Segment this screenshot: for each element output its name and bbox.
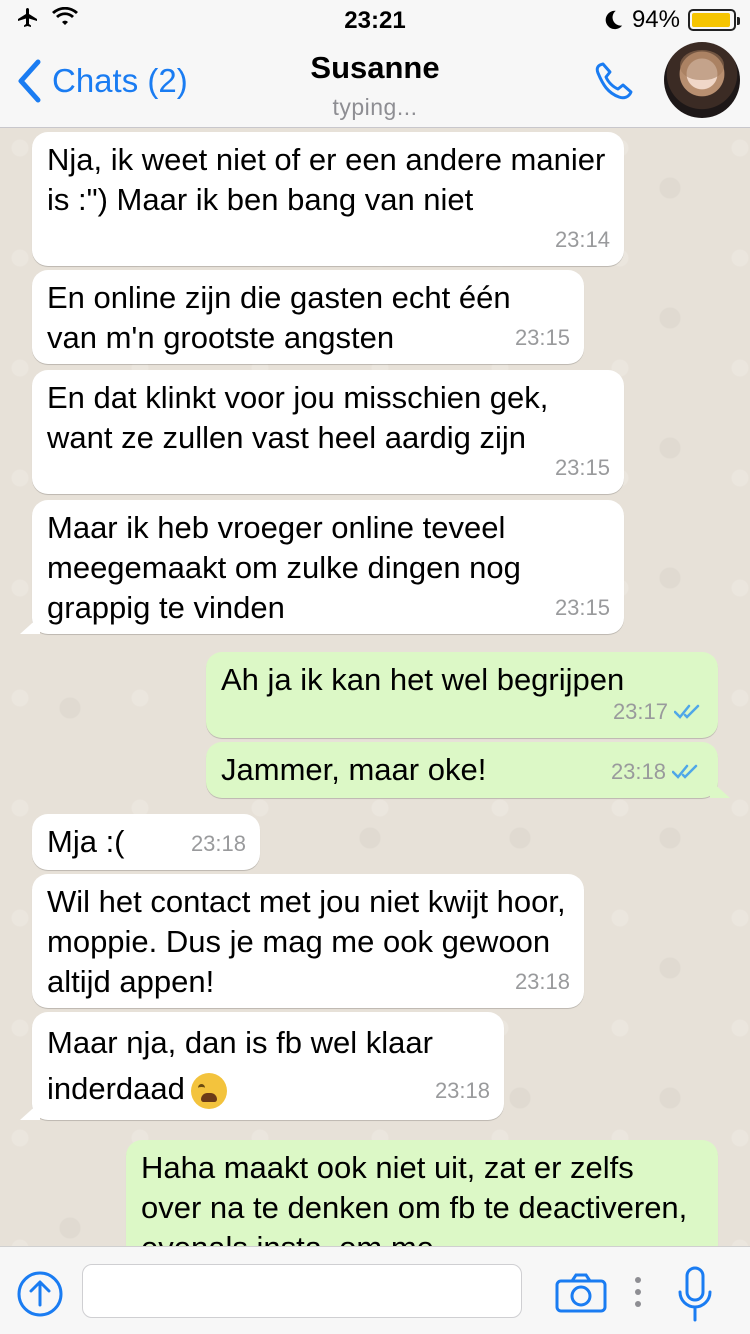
message-text: Wil het contact met jou niet kwijt hoor,… [47,884,566,999]
bubble-tail [710,780,730,798]
message-text-content: Maar nja, dan is fb wel klaar inderdaad [47,1025,433,1106]
message-meta: 23:18 [435,1068,490,1114]
crying-face-emoji-icon [190,1072,227,1109]
battery-icon [688,9,740,31]
message-time: 23:18 [610,759,666,784]
message-meta: 23:14 [555,220,610,260]
message-meta: 23:15 [555,588,610,628]
phone-icon[interactable] [590,58,640,108]
message-time: 23:15 [554,595,610,620]
chat-header: Chats (2) Susanne typing... [0,40,750,128]
bubble-tail [20,1102,40,1120]
message-bubble-incoming[interactable]: En dat klinkt voor jou misschien gek, wa… [32,370,624,494]
message-bubble-outgoing[interactable]: Jammer, maar oke! 23:18 [206,742,730,798]
message-bubble-outgoing[interactable]: Haha maakt ook niet uit, zat er zelfs ov… [126,1140,718,1246]
message-text: Nja, ik weet niet of er een andere manie… [47,142,606,217]
status-bar: 23:21 94% [0,0,750,40]
message-time: 23:15 [554,455,610,480]
whatsapp-chat-screen: 23:21 94% Chats (2) Susanne typing... Nj… [0,0,750,1334]
bubble-tail [20,616,40,634]
message-bubble-incoming[interactable]: Maar ik heb vroeger online teveel meegem… [20,500,624,634]
message-bubble-incoming[interactable]: En online zijn die gasten echt één van m… [32,270,584,364]
message-text: Maar nja, dan is fb wel klaar inderdaad [47,1020,477,1112]
upload-arrow-icon[interactable] [16,1270,64,1318]
message-time: 23:18 [434,1078,490,1103]
message-text: En dat klinkt voor jou misschien gek, wa… [47,380,549,455]
message-meta: 23:18 [515,962,570,1002]
message-time: 23:15 [514,325,570,350]
message-time: 23:17 [612,699,668,724]
message-meta: 23:17 [613,692,704,732]
contact-avatar[interactable] [664,42,740,118]
moon-icon [605,10,623,30]
message-meta: 23:18 [611,752,702,792]
camera-icon[interactable] [555,1273,607,1313]
message-meta: 23:18 [191,824,246,864]
message-bubble-incoming[interactable]: Maar nja, dan is fb wel klaar inderdaad … [20,1012,504,1120]
status-right: 94% [602,6,740,34]
microphone-icon[interactable] [676,1265,714,1323]
battery-percent: 94% [631,6,680,33]
message-bubble-incoming[interactable]: Wil het contact met jou niet kwijt hoor,… [32,874,584,1008]
more-vertical-icon[interactable] [633,1275,643,1309]
message-bubble-incoming[interactable]: Nja, ik weet niet of er een andere manie… [32,132,624,266]
message-meta: 23:15 [515,318,570,358]
message-input[interactable] [82,1264,522,1318]
composer-bar [0,1246,750,1334]
read-receipt-icon [672,764,698,779]
message-list: Nja, ik weet niet of er een andere manie… [0,128,750,1246]
message-text: En online zijn die gasten echt één van m… [47,280,511,355]
message-meta: 23:15 [555,448,610,488]
message-time: 23:18 [190,831,246,856]
read-receipt-icon [674,704,700,719]
battery-fill [692,13,730,27]
message-bubble-outgoing[interactable]: Ah ja ik kan het wel begrijpen 23:17 [206,652,718,738]
message-text: Haha maakt ook niet uit, zat er zelfs ov… [141,1150,688,1246]
message-bubble-incoming[interactable]: Mja :( 23:18 [32,814,260,870]
message-text: Maar ik heb vroeger online teveel meegem… [47,510,521,625]
message-time: 23:14 [554,227,610,252]
message-time: 23:18 [514,969,570,994]
